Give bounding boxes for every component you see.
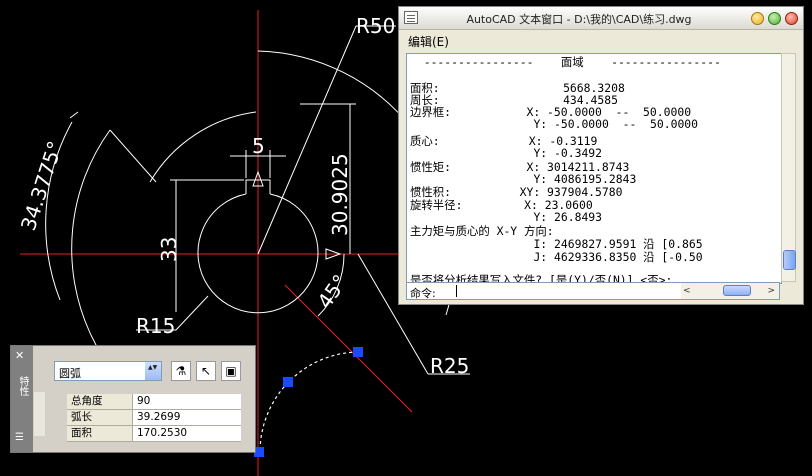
text-output[interactable]: ---------------- 面域 ---------------- 面积:… — [406, 53, 782, 284]
palette-menu-icon[interactable]: ☰ — [15, 432, 24, 443]
hscroll-thumb[interactable] — [723, 285, 751, 296]
palette-side-bar[interactable]: ✕ 特性 ☰ — [11, 346, 33, 452]
menu-edit[interactable]: 编辑(E) — [408, 33, 449, 50]
quick-select-icon[interactable]: ⚗ — [171, 361, 191, 381]
properties-table: 总角度 90 弧长 39.2699 面积 170.2530 — [67, 394, 241, 442]
output-line: Y: 26.8493 — [410, 210, 603, 224]
scroll-thumb[interactable] — [783, 250, 796, 270]
select-objects-icon[interactable]: ↖ — [196, 361, 216, 381]
dim-r15: R15 — [136, 314, 175, 338]
property-row[interactable]: 弧长 39.2699 — [67, 410, 241, 426]
minimize-button[interactable] — [751, 12, 764, 25]
dim-r50: R50 — [356, 14, 395, 38]
text-window-titlebar[interactable]: AutoCAD 文本窗口 - D:\我的\CAD\练习.dwg — [399, 7, 803, 30]
output-line: ---------------- 面域 ---------------- — [410, 55, 721, 69]
properties-palette[interactable]: ✕ 特性 ☰ 圆弧 ⚗ ↖ ▣ 总角度90 弧长39.2699 面积170.25… — [10, 345, 256, 453]
output-line: Y: -0.3492 — [410, 146, 603, 160]
horizontal-scrollbar[interactable]: < > — [681, 283, 779, 299]
output-line: J: 4629336.8350 沿 [-0.50 — [410, 250, 703, 264]
grip-end[interactable] — [353, 347, 363, 357]
inner-arc — [149, 111, 257, 183]
text-caret — [456, 285, 457, 297]
output-line: Y: -50.0000 -- 50.0000 — [410, 117, 699, 131]
property-row[interactable]: 面积 170.2530 — [67, 426, 241, 442]
chevron-down-icon[interactable] — [145, 362, 161, 380]
palette-scrollbar[interactable] — [34, 392, 45, 436]
notch-edge — [109, 129, 157, 183]
dim-30-9025: 30.9025 — [328, 153, 352, 236]
scroll-left-icon[interactable]: < — [683, 286, 691, 296]
output-line: 惯性积: XY: 937904.5780 — [410, 185, 623, 199]
command-label: 命令: — [410, 287, 436, 300]
menu-bar: 编辑(E) — [399, 30, 803, 50]
vertical-scrollbar[interactable] — [781, 53, 796, 282]
output-line: Y: 4086195.2843 — [410, 172, 637, 186]
close-button[interactable] — [785, 12, 798, 25]
text-window-title: AutoCAD 文本窗口 - D:\我的\CAD\练习.dwg — [466, 13, 692, 26]
property-row[interactable]: 总角度 90 — [67, 394, 241, 410]
dim-33: 33 — [157, 237, 181, 262]
scroll-right-icon[interactable]: > — [767, 286, 775, 296]
selected-arc[interactable] — [259, 351, 359, 453]
palette-title: 特性 — [17, 376, 28, 396]
palette-close-icon[interactable]: ✕ — [15, 349, 24, 362]
grip-mid[interactable] — [283, 377, 293, 387]
text-window[interactable]: AutoCAD 文本窗口 - D:\我的\CAD\练习.dwg 编辑(E) --… — [398, 6, 804, 305]
diagonal-centerline — [284, 284, 413, 413]
dim-5: 5 — [252, 134, 265, 158]
maximize-button[interactable] — [768, 12, 781, 25]
output-line: 主力矩与质心的 X-Y 方向: — [410, 224, 554, 238]
dim-34-3775: 34.3775° — [16, 138, 67, 234]
object-type-value: 圆弧 — [59, 367, 81, 380]
dim-r25: R25 — [430, 354, 469, 378]
output-line: I: 2469827.9591 沿 [0.865 — [410, 237, 703, 251]
object-type-select[interactable]: 圆弧 — [54, 361, 162, 381]
toggle-pickadd-icon[interactable]: ▣ — [221, 361, 241, 381]
dim-45: 45° — [312, 270, 352, 313]
